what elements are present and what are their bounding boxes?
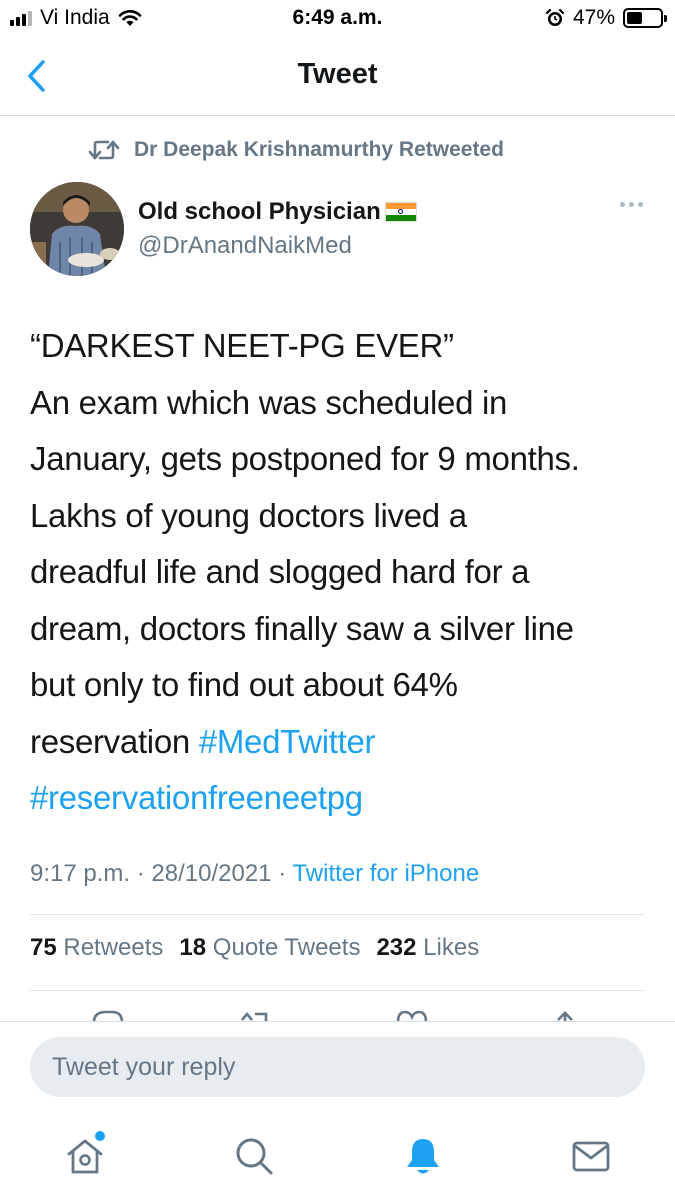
tab-bar: [0, 1120, 675, 1200]
tweet-source-link[interactable]: Twitter for iPhone: [292, 860, 479, 887]
tweet-text-line: January, gets postponed for 9 months.: [30, 440, 580, 477]
like-button[interactable]: [392, 1004, 432, 1022]
tweet-text-segment: reservation: [30, 722, 199, 760]
search-icon: [236, 1138, 273, 1175]
tweet-text-line: but only to find out about 64%: [30, 666, 458, 703]
tweet-text-line: An exam which was scheduled in: [30, 383, 508, 421]
bell-icon: [407, 1139, 439, 1174]
quote-tweets-label: Quote Tweets: [212, 934, 361, 961]
tab-search[interactable]: [230, 1132, 278, 1180]
author-handle[interactable]: @DrAnandNaikMed: [138, 232, 352, 260]
tab-home[interactable]: [61, 1131, 109, 1180]
retweets-label: Retweets: [63, 934, 164, 961]
status-bar-right: 47%: [545, 6, 667, 30]
share-button[interactable]: [546, 1004, 586, 1022]
tweet-text-line: #reservationfreeneetpg: [30, 770, 660, 827]
author-name[interactable]: Old school Physician: [138, 198, 417, 226]
likes-label: Likes: [423, 934, 480, 961]
hashtag-link[interactable]: #reservationfreeneetpg: [30, 779, 363, 816]
avatar[interactable]: [30, 182, 124, 276]
hashtag-link[interactable]: #MedTwitter: [199, 723, 376, 760]
share-icon: [557, 1011, 573, 1022]
reply-input[interactable]: [30, 1037, 645, 1097]
tab-messages[interactable]: [567, 1132, 615, 1180]
tweet-text-line: Lakhs of young doctors lived a: [30, 496, 467, 534]
more-options-button[interactable]: [620, 202, 643, 207]
tweet-text-line: “DARKEST NEET-PG EVER”: [30, 327, 454, 364]
reply-button[interactable]: [88, 1004, 128, 1022]
quote-tweets-count: 18: [179, 934, 207, 961]
tab-notifications[interactable]: [399, 1132, 447, 1180]
tweet-time: 9:17 p.m.: [30, 860, 131, 887]
tweet-text-line: dreadful life and slogged hard for a: [30, 553, 530, 590]
battery-icon: [623, 8, 667, 28]
quote-tweets-stat[interactable]: 18 Quote Tweets: [179, 934, 360, 962]
india-flag-icon: [384, 202, 417, 222]
more-dot-icon: [629, 202, 634, 207]
author-name-text: Old school Physician: [138, 198, 381, 225]
retweeted-by-label: Dr Deepak Krishnamurthy Retweeted: [134, 138, 504, 161]
page-title: Tweet: [297, 58, 378, 90]
retweets-count: 75: [30, 934, 57, 961]
more-dot-icon: [620, 202, 625, 207]
notification-dot: [95, 1131, 105, 1141]
divider: [30, 914, 645, 915]
divider: [30, 990, 645, 991]
tweet-text: “DARKEST NEET-PG EVER” An exam which was…: [30, 318, 660, 827]
reply-icon: [92, 1010, 124, 1022]
meta-separator: ·: [136, 860, 145, 887]
tweet-text-line: dream, doctors finally saw a silver line: [30, 609, 574, 647]
retweet-icon: [241, 1011, 268, 1022]
tweet-date: 28/10/2021: [151, 860, 272, 887]
meta-separator: ·: [278, 860, 287, 887]
retweets-stat[interactable]: 75 Retweets: [30, 934, 163, 962]
tweet-text-line: reservation #MedTwitter: [30, 714, 660, 771]
battery-fill: [627, 12, 643, 24]
retweet-icon: [88, 140, 120, 160]
retweeted-by[interactable]: Dr Deepak Krishnamurthy Retweeted: [88, 138, 504, 162]
alarm-icon: [545, 8, 565, 26]
likes-stat[interactable]: 232 Likes: [376, 934, 479, 962]
battery-percent: 47%: [572, 6, 615, 29]
tweet-actions: [0, 1004, 675, 1022]
mail-icon: [572, 1141, 610, 1172]
more-dot-icon: [638, 202, 643, 207]
heart-icon: [396, 1010, 428, 1022]
avatar-photo: [30, 182, 124, 276]
tweet-meta: 9:17 p.m. · 28/10/2021 · Twitter for iPh…: [30, 860, 479, 888]
tweet-stats: 75 Retweets 18 Quote Tweets 232 Likes: [30, 934, 479, 962]
status-bar: Vi India 6:49 a.m. 47%: [0, 0, 675, 38]
likes-count: 232: [376, 934, 417, 961]
retweet-button[interactable]: [236, 1004, 276, 1022]
nav-bar: Tweet: [0, 38, 675, 116]
